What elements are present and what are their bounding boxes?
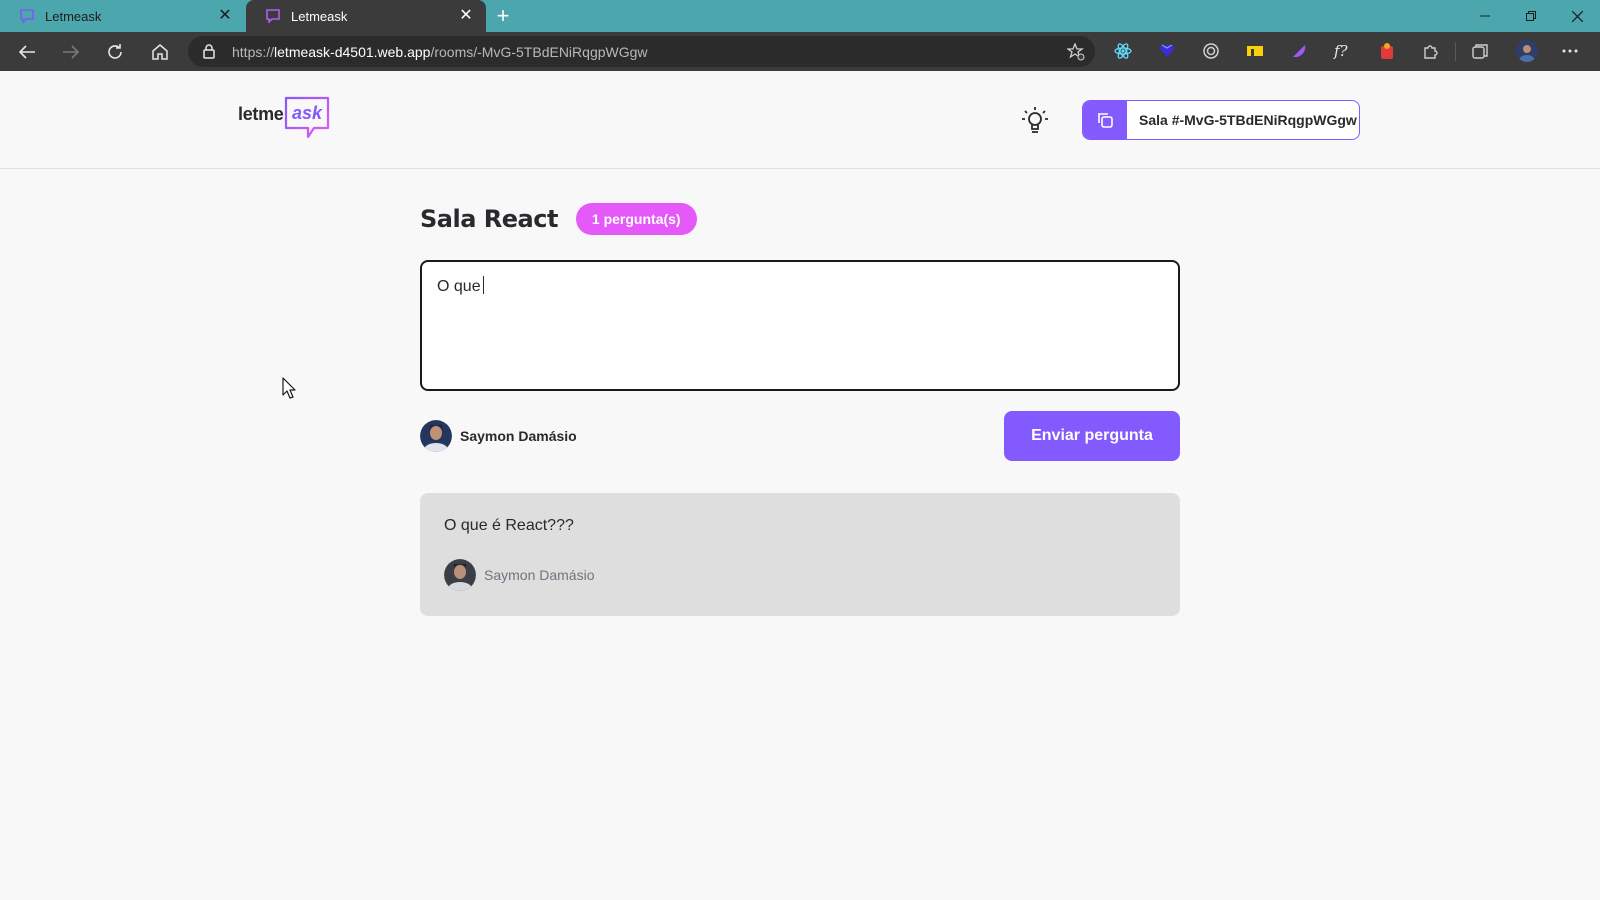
- extension-red-icon[interactable]: [1377, 41, 1397, 61]
- forward-button[interactable]: [59, 40, 83, 64]
- lock-icon[interactable]: [202, 44, 216, 64]
- new-tab-button[interactable]: +: [493, 5, 513, 27]
- avatar: [444, 559, 476, 591]
- room-code-button[interactable]: Sala #-MvG-5TBdENiRqgpWGgw: [1082, 100, 1360, 140]
- tab-title: Letmeask: [291, 8, 348, 24]
- room-code-text: Sala #-MvG-5TBdENiRqgpWGgw: [1139, 112, 1357, 128]
- copy-icon[interactable]: [1083, 101, 1127, 139]
- page-header: letme ask Sala #-MvG-5TBdENiRqgpWGgw: [0, 71, 1600, 169]
- extension-yellow-icon[interactable]: [1245, 41, 1265, 61]
- room-title: Sala React: [420, 205, 558, 233]
- add-favorite-icon[interactable]: [1066, 42, 1085, 66]
- mouse-cursor-icon: [282, 377, 296, 404]
- url-text: https://letmeask-d4501.web.app/rooms/-Mv…: [232, 44, 648, 60]
- extension-diamond-icon[interactable]: [1157, 41, 1177, 61]
- form-footer: Saymon Damásio Enviar pergunta: [420, 411, 1180, 461]
- question-content: O que é React???: [444, 517, 574, 534]
- extension-target-icon[interactable]: [1201, 41, 1221, 61]
- letmeask-favicon: [265, 9, 281, 23]
- send-question-button[interactable]: Enviar pergunta: [1004, 411, 1180, 461]
- logo-text-ask: ask: [292, 103, 323, 123]
- browser-tab-bar: Letmeask ✕ Letmeask ✕ +: [0, 0, 1600, 32]
- question-count-badge: 1 pergunta(s): [575, 203, 697, 235]
- theme-toggle-button[interactable]: [1020, 104, 1050, 136]
- back-button[interactable]: [15, 40, 39, 64]
- lightbulb-icon: [1022, 107, 1048, 133]
- user-name: Saymon Damásio: [460, 428, 577, 444]
- collections-icon[interactable]: [1470, 41, 1490, 61]
- tab-title: Letmeask: [45, 8, 102, 24]
- question-author-name: Saymon Damásio: [484, 567, 595, 583]
- close-window-button[interactable]: [1554, 0, 1600, 32]
- close-tab-icon[interactable]: ✕: [458, 8, 474, 24]
- toolbar-separator: [1455, 42, 1456, 61]
- browser-toolbar: https://letmeask-d4501.web.app/rooms/-Mv…: [0, 32, 1600, 71]
- question-card: O que é React??? Saymon Damásio: [420, 493, 1180, 616]
- restore-button[interactable]: [1508, 0, 1554, 32]
- svg-text:f?: f?: [1333, 42, 1349, 60]
- refresh-button[interactable]: [103, 40, 127, 64]
- close-tab-icon[interactable]: ✕: [217, 8, 233, 24]
- letmeask-logo[interactable]: letme ask: [238, 95, 338, 143]
- browser-tab-2[interactable]: Letmeask ✕: [246, 0, 486, 32]
- profile-avatar[interactable]: [1515, 39, 1539, 63]
- letmeask-favicon: [19, 9, 35, 23]
- extensions-puzzle-icon[interactable]: [1421, 41, 1441, 61]
- question-author: Saymon Damásio: [444, 559, 595, 591]
- font-ninja-icon[interactable]: f?: [1333, 41, 1353, 61]
- user-info: Saymon Damásio: [420, 420, 577, 452]
- more-menu-icon[interactable]: [1560, 41, 1580, 61]
- home-button[interactable]: [148, 40, 172, 64]
- question-textarea[interactable]: O que: [420, 260, 1180, 391]
- minimize-button[interactable]: [1462, 0, 1508, 32]
- browser-tab-1[interactable]: Letmeask ✕: [0, 0, 245, 32]
- react-devtools-icon[interactable]: [1113, 41, 1133, 61]
- text-caret: [482, 276, 484, 294]
- extension-purple-icon[interactable]: [1289, 41, 1309, 61]
- room-title-row: Sala React 1 pergunta(s): [420, 203, 697, 235]
- logo-text-letme: letme: [238, 104, 284, 124]
- question-textarea-value: O que: [437, 278, 481, 295]
- address-bar[interactable]: https://letmeask-d4501.web.app/rooms/-Mv…: [188, 36, 1095, 67]
- avatar: [420, 420, 452, 452]
